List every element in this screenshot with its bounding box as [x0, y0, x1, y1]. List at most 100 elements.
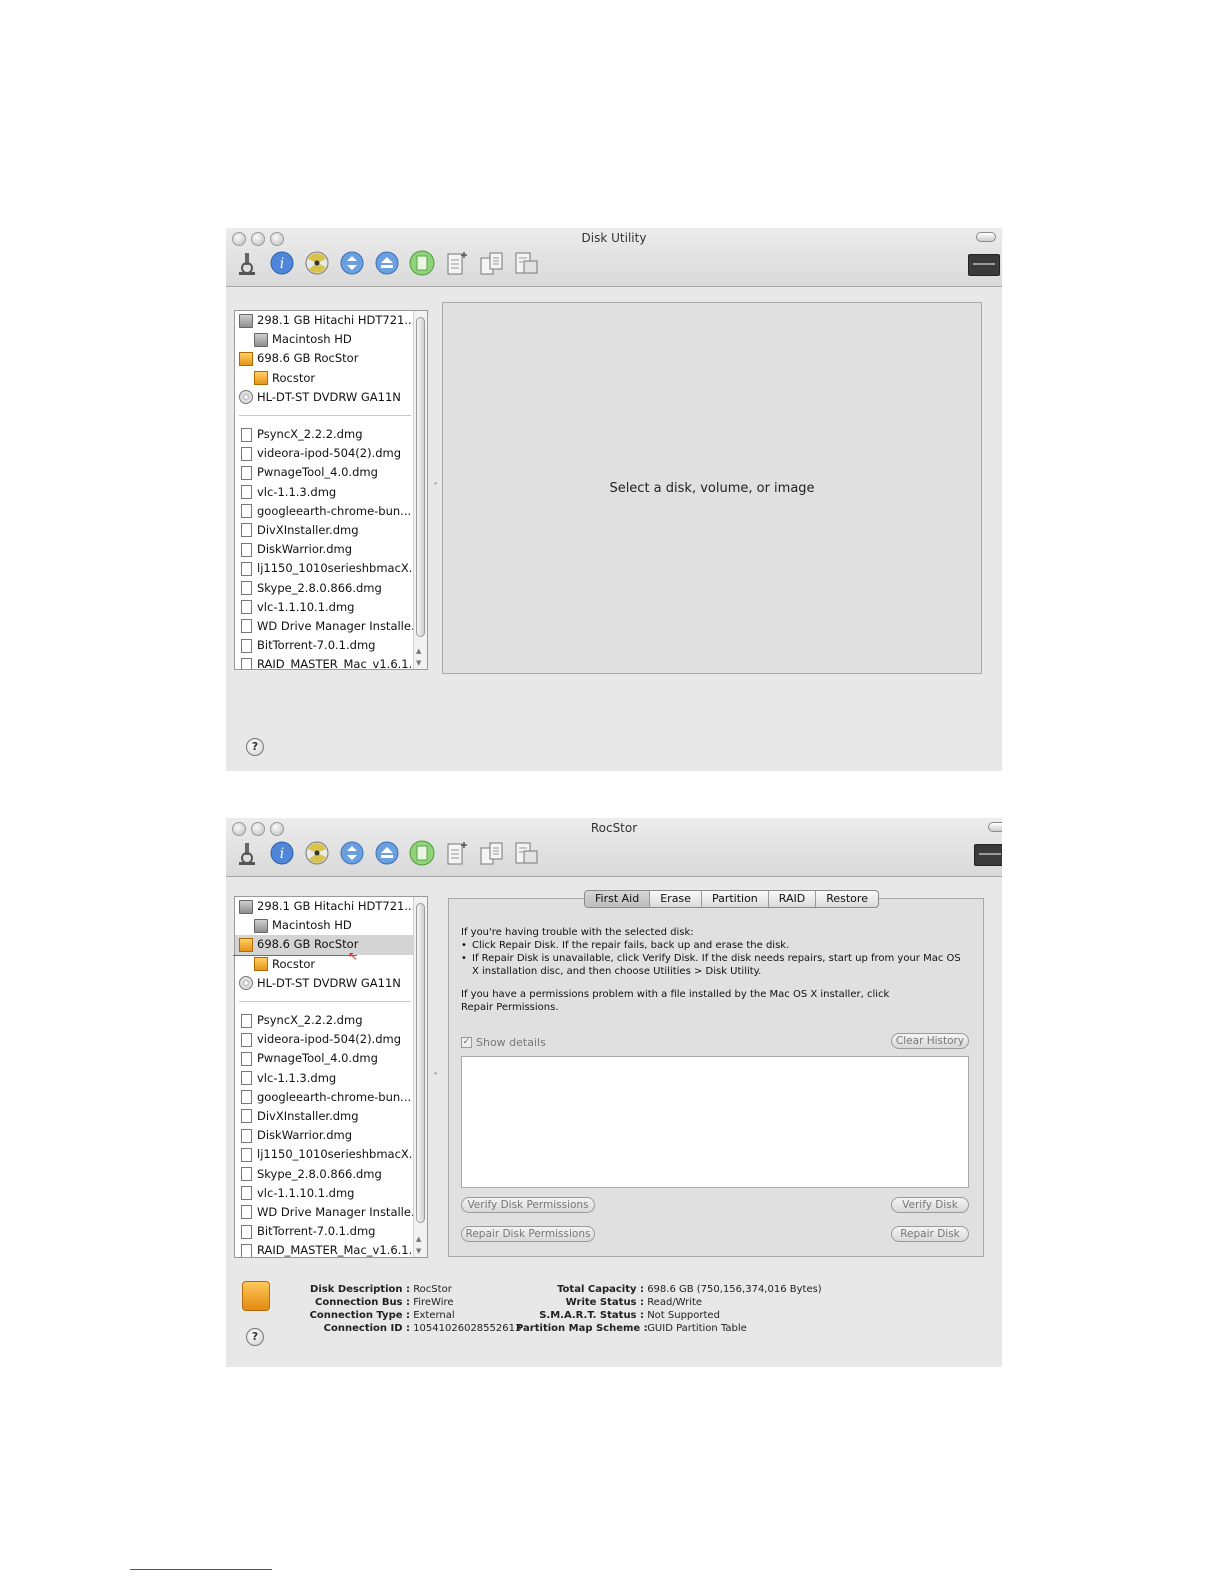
sidebar-image-item[interactable]: googleearth-chrome-bun...	[235, 502, 427, 521]
resize-image-icon[interactable]	[514, 840, 540, 866]
scroll-up-icon[interactable]: ▲	[416, 647, 421, 655]
help-button[interactable]: ?	[246, 1328, 264, 1346]
log-button[interactable]	[974, 844, 1002, 866]
sidebar-device-item[interactable]: HL-DT-ST DVDRW GA11N	[235, 388, 427, 407]
sidebar-disk-list[interactable]: 298.1 GB Hitachi HDT721... Macintosh HD 69…	[234, 310, 428, 670]
clear-history-button[interactable]: Clear History	[891, 1033, 969, 1049]
log-button[interactable]	[968, 254, 1000, 276]
sidebar-device-item[interactable]: Macintosh HD	[235, 330, 427, 349]
tab-erase[interactable]: Erase	[650, 891, 702, 907]
disk-image-icon	[241, 1147, 252, 1162]
first-aid-log[interactable]	[461, 1056, 969, 1188]
enable-journaling-icon[interactable]	[409, 840, 435, 866]
sidebar-image-item[interactable]: videora-ipod-504(2).dmg	[235, 444, 427, 463]
convert-icon[interactable]	[479, 840, 505, 866]
sidebar-scrollbar[interactable]: ▲ ▼	[413, 311, 427, 669]
sidebar-device-item[interactable]: 698.6 GB RocStor	[235, 935, 427, 955]
scroll-thumb[interactable]	[416, 903, 425, 1223]
info-icon[interactable]: i	[269, 250, 295, 276]
sidebar-image-item[interactable]: vlc-1.1.10.1.dmg	[235, 1184, 427, 1203]
disk-image-icon	[241, 1243, 252, 1257]
sidebar-image-item[interactable]: lj1150_1010serieshbmacX...	[235, 1145, 427, 1164]
sidebar-image-item[interactable]: vlc-1.1.10.1.dmg	[235, 598, 427, 617]
verify-disk-button[interactable]: Verify Disk	[891, 1197, 969, 1213]
new-image-icon[interactable]	[444, 840, 470, 866]
show-details-checkbox[interactable]: ✓ Show details	[461, 1036, 546, 1049]
sidebar-image-item[interactable]: PsyncX_2.2.2.dmg	[235, 425, 427, 444]
help-button[interactable]: ?	[246, 738, 264, 756]
toolbar: RocStor i	[226, 818, 1002, 877]
sidebar-image-item[interactable]: BitTorrent-7.0.1.dmg	[235, 1222, 427, 1241]
disk-image-icon	[241, 1224, 252, 1239]
sidebar-image-item[interactable]: PwnageTool_4.0.dmg	[235, 463, 427, 482]
sidebar-device-item[interactable]: 298.1 GB Hitachi HDT721...	[235, 311, 427, 330]
sidebar-item-label: PwnageTool_4.0.dmg	[257, 465, 378, 480]
sidebar-device-item[interactable]: 298.1 GB Hitachi HDT721...	[235, 897, 427, 916]
sidebar-image-item[interactable]: RAID_MASTER_Mac_v1.6.1...	[235, 1241, 427, 1257]
tab-first-aid[interactable]: First Aid	[585, 891, 651, 907]
sidebar-scrollbar[interactable]: ▲ ▼	[413, 897, 427, 1257]
info-key: S.M.A.R.T. Status :	[539, 1310, 644, 1321]
sidebar-image-item[interactable]: googleearth-chrome-bun...	[235, 1088, 427, 1107]
tab-raid[interactable]: RAID	[769, 891, 817, 907]
repair-permissions-button[interactable]: Repair Disk Permissions	[461, 1226, 595, 1242]
disk-image-icon	[241, 446, 252, 461]
sidebar-device-item[interactable]: 698.6 GB RocStor	[235, 349, 427, 368]
scroll-thumb[interactable]	[416, 317, 425, 637]
sidebar-item-label: DivXInstaller.dmg	[257, 522, 359, 537]
scroll-down-icon[interactable]: ▼	[416, 1247, 421, 1255]
disk-utility-window-2: RocStor i 298.1 GB Hitachi HDT721... Maci…	[226, 818, 1002, 1367]
verify-icon[interactable]	[234, 250, 260, 276]
toolbar-toggle-button[interactable]	[988, 822, 1002, 832]
new-image-icon[interactable]	[444, 250, 470, 276]
scroll-up-icon[interactable]: ▲	[416, 1235, 421, 1243]
tab-partition[interactable]: Partition	[702, 891, 769, 907]
sidebar-image-item[interactable]: DiskWarrior.dmg	[235, 1126, 427, 1145]
resize-image-icon[interactable]	[514, 250, 540, 276]
sidebar-device-item[interactable]: HL-DT-ST DVDRW GA11N	[235, 974, 427, 993]
sidebar-image-item[interactable]: RAID_MASTER_Mac_v1.6.1...	[235, 655, 427, 669]
enable-journaling-icon[interactable]	[409, 250, 435, 276]
hard-disk-icon	[239, 899, 253, 914]
sidebar-image-item[interactable]: Skype_2.8.0.866.dmg	[235, 578, 427, 597]
info-icon[interactable]: i	[269, 840, 295, 866]
tab-restore[interactable]: Restore	[816, 891, 878, 907]
sidebar-image-item[interactable]: WD Drive Manager Installe...	[235, 1203, 427, 1222]
sidebar-device-item[interactable]: Rocstor	[235, 369, 427, 388]
eject-icon[interactable]	[374, 840, 400, 866]
sidebar-image-item[interactable]: Skype_2.8.0.866.dmg	[235, 1164, 427, 1183]
disk-image-icon	[241, 619, 252, 634]
mount-icon[interactable]	[339, 840, 365, 866]
sidebar-image-item[interactable]: WD Drive Manager Installe...	[235, 617, 427, 636]
verify-icon[interactable]	[234, 840, 260, 866]
sidebar-device-item[interactable]: Macintosh HD	[235, 916, 427, 935]
optical-drive-icon	[239, 976, 253, 991]
repair-disk-button[interactable]: Repair Disk	[891, 1226, 969, 1242]
eject-icon[interactable]	[374, 250, 400, 276]
splitter-handle[interactable]: ˄	[433, 1072, 438, 1083]
sidebar-image-item[interactable]: DivXInstaller.dmg	[235, 521, 427, 540]
burn-icon[interactable]	[304, 250, 330, 276]
sidebar-image-item[interactable]: DivXInstaller.dmg	[235, 1107, 427, 1126]
convert-icon[interactable]	[479, 250, 505, 276]
splitter-handle[interactable]: ˄	[433, 482, 438, 493]
sidebar-device-item[interactable]: Rocstor	[235, 955, 427, 974]
sidebar-image-item[interactable]: vlc-1.1.3.dmg	[235, 1069, 427, 1088]
sidebar-image-item[interactable]: BitTorrent-7.0.1.dmg	[235, 636, 427, 655]
sidebar-disk-list[interactable]: 298.1 GB Hitachi HDT721... Macintosh HD 69…	[234, 896, 428, 1258]
sidebar-image-item[interactable]: DiskWarrior.dmg	[235, 540, 427, 559]
sidebar-image-item[interactable]: PsyncX_2.2.2.dmg	[235, 1011, 427, 1030]
sidebar-image-item[interactable]: vlc-1.1.3.dmg	[235, 483, 427, 502]
permissions-text: If you have a permissions problem with a…	[461, 989, 890, 1013]
toolbar-toggle-button[interactable]	[976, 232, 996, 242]
sidebar-divider	[239, 1000, 411, 1002]
info-value: Read/Write	[647, 1297, 703, 1308]
mount-icon[interactable]	[339, 250, 365, 276]
verify-permissions-button[interactable]: Verify Disk Permissions	[461, 1197, 595, 1213]
sidebar-image-item[interactable]: videora-ipod-504(2).dmg	[235, 1030, 427, 1049]
sidebar-image-item[interactable]: lj1150_1010serieshbmacX...	[235, 559, 427, 578]
sidebar-image-item[interactable]: PwnageTool_4.0.dmg	[235, 1049, 427, 1068]
burn-icon[interactable]	[304, 840, 330, 866]
scroll-down-icon[interactable]: ▼	[416, 659, 421, 667]
sidebar-item-label: vlc-1.1.3.dmg	[257, 484, 337, 499]
